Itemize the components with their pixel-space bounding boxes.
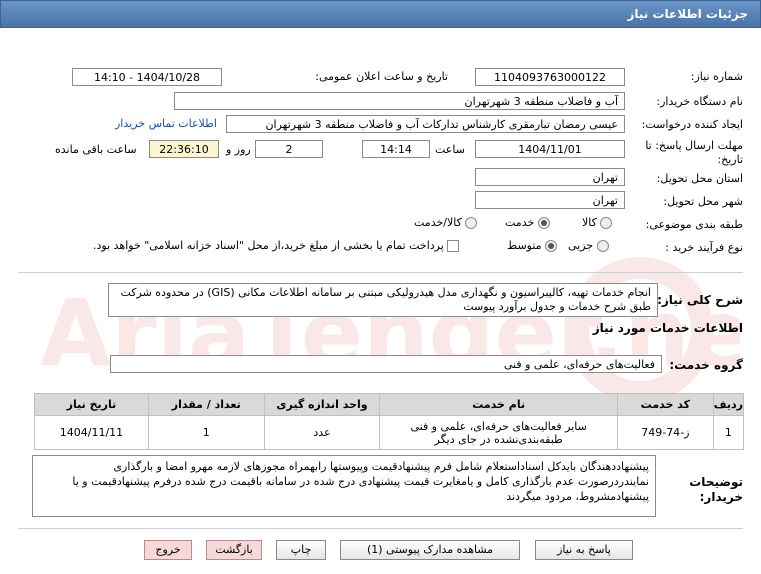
column-header-unit: واحد اندازه گیری [263, 393, 381, 416]
column-header-date: تاریخ نیاز [34, 393, 149, 416]
province-label: استان محل تحویل: [656, 172, 743, 185]
treasury-payment-note: پرداخت تمام یا بخشی از مبلغ خرید،از محل … [93, 239, 444, 252]
cell-name: سایر فعالیت‌های حرفه‌ای، علمی و فنی طبقه… [379, 415, 618, 450]
column-header-code: کد خدمت [616, 393, 714, 416]
treasury-payment-checkbox[interactable] [447, 240, 460, 252]
buyer-field: آب و فاضلاب منطقه 3 شهرتهران [174, 92, 625, 110]
column-header-qty: تعداد / مقدار [147, 393, 265, 416]
city-field: تهران [475, 191, 625, 209]
deadline-label: مهلت ارسال پاسخ: تا تاریخ: [645, 139, 743, 166]
summary-label: شرح کلی نیاز: [657, 293, 743, 307]
cell-date: 1404/11/11 [34, 415, 149, 450]
buyer-notes-textarea[interactable]: پیشنهاددهندگان بایدکل اسناداستعلام شامل … [32, 455, 656, 517]
treasury-payment-option[interactable]: پرداخت تمام یا بخشی از مبلغ خرید،از محل … [93, 239, 460, 252]
category-radio-both[interactable] [465, 217, 478, 229]
buyer-notes-label: توضیحات خریدار: [689, 475, 743, 504]
purchase-option-minor[interactable]: جزیی [568, 239, 609, 252]
need-number-label: شماره نیاز: [690, 70, 743, 83]
services-table: ردیف کد خدمت نام خدمت واحد اندازه گیری ت… [34, 393, 745, 450]
table-row: 1 ز-74-749 سایر فعالیت‌های حرفه‌ای، علمی… [34, 415, 745, 450]
cell-qty: 1 [147, 415, 265, 450]
services-table-header: ردیف کد خدمت نام خدمت واحد اندازه گیری ت… [34, 393, 745, 416]
days-label: روز و [226, 143, 251, 156]
province-field: تهران [475, 168, 625, 186]
column-header-name: نام خدمت [379, 393, 618, 416]
cell-code: ز-74-749 [616, 415, 714, 450]
announce-date-field: 1404/10/28 - 14:10 [72, 68, 222, 86]
category-option-service-label: خدمت [505, 216, 535, 229]
category-radio-goods[interactable] [600, 217, 613, 229]
category-option-goods[interactable]: کالا [582, 216, 613, 229]
category-radio-service[interactable] [537, 217, 550, 229]
reply-button[interactable]: پاسخ به نیاز [535, 540, 633, 560]
exit-button[interactable]: خروج [144, 540, 192, 560]
deadline-time-label: ساعت [435, 143, 465, 156]
announce-date-label: تاریخ و ساعت اعلان عمومی: [315, 70, 448, 83]
buyer-label: نام دستگاه خریدار: [656, 95, 743, 108]
need-number-field: 1104093763000122 [475, 68, 625, 86]
page-title: جزئیات اطلاعات نیاز [627, 7, 748, 21]
category-option-service[interactable]: خدمت [505, 216, 550, 229]
service-group-field: فعالیت‌های حرفه‌ای، علمی و فنی [110, 355, 662, 373]
category-option-both-label: کالا/خدمت [414, 216, 462, 229]
page-header: جزئیات اطلاعات نیاز [0, 0, 761, 28]
purchase-option-medium-label: متوسط [507, 239, 542, 252]
services-title: اطلاعات خدمات مورد نیاز [592, 321, 743, 335]
purchase-option-minor-label: جزیی [568, 239, 594, 252]
service-group-label: گروه خدمت: [669, 358, 743, 372]
cell-row: 1 [712, 415, 745, 450]
purchase-radio-minor[interactable] [596, 240, 609, 252]
purchase-radio-medium[interactable] [545, 240, 558, 252]
divider [18, 272, 743, 273]
remaining-time-field: 22:36:10 [149, 140, 219, 158]
city-label: شهر محل تحویل: [663, 195, 743, 208]
category-option-goods-label: کالا [582, 216, 597, 229]
summary-textarea[interactable]: انجام خدمات تهیه، کالیبراسیون و نگهداری … [108, 283, 658, 317]
column-header-row: ردیف [712, 393, 745, 416]
days-remaining-field: 2 [255, 140, 323, 158]
deadline-date-field: 1404/11/01 [475, 140, 625, 158]
creator-field: عیسی رمضان تبارمقری کارشناس تدارکات آب و… [226, 115, 625, 133]
back-button[interactable]: بازگشت [206, 540, 262, 560]
category-option-both[interactable]: کالا/خدمت [414, 216, 478, 229]
view-attachments-button[interactable]: مشاهده مدارک پیوستی (1) [340, 540, 520, 560]
category-label: طبقه بندی موضوعی: [645, 218, 743, 231]
divider [18, 528, 743, 529]
remaining-label: ساعت باقی مانده [55, 143, 137, 156]
cell-unit: عدد [263, 415, 381, 450]
purchase-type-label: نوع فرآیند خرید : [665, 241, 743, 254]
print-button[interactable]: چاپ [276, 540, 326, 560]
creator-label: ایجاد کننده درخواست: [641, 118, 743, 131]
buyer-contact-link[interactable]: اطلاعات تماس خریدار [115, 117, 217, 130]
purchase-option-medium[interactable]: متوسط [507, 239, 558, 252]
deadline-time-field: 14:14 [362, 140, 430, 158]
